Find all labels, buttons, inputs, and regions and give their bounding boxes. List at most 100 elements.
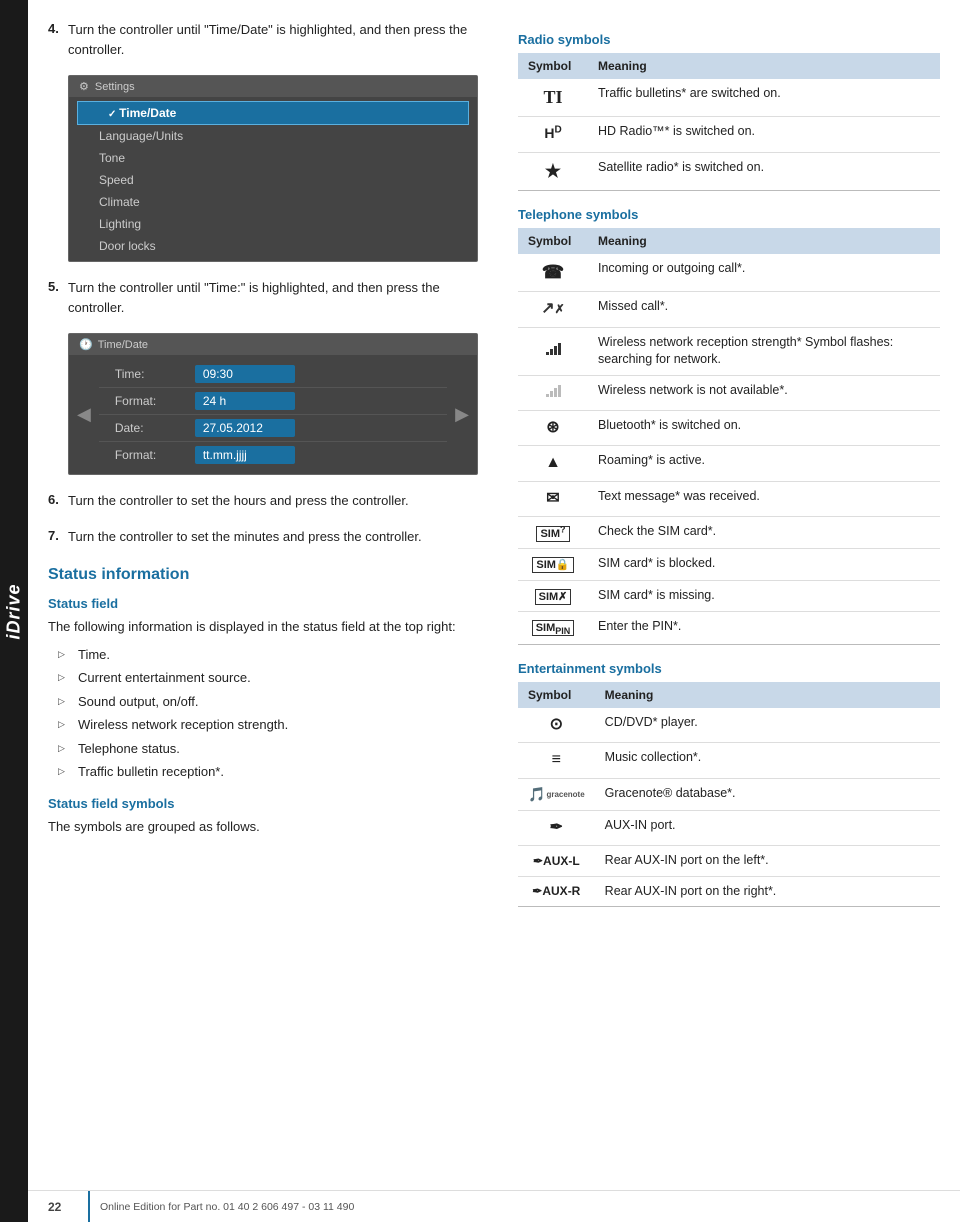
radio-table: Symbol Meaning TI Traffic bulletins* are… <box>518 53 940 191</box>
settings-menu: Time/Date Language/Units Tone Speed Clim… <box>69 97 477 261</box>
entertainment-table: Symbol Meaning ⊙ CD/DVD* player. ≡ Music… <box>518 682 940 908</box>
date-label: Date: <box>115 421 195 435</box>
tel-symbol-simmissing: SIM✗ <box>518 580 588 611</box>
radio-col-symbol: Symbol <box>518 53 588 79</box>
signal-bars-icon <box>546 341 561 355</box>
left-column: 4. Turn the controller until "Time/Date"… <box>28 20 508 943</box>
tel-symbol-nosignal <box>518 375 588 410</box>
ent-symbol-aux-l: ✒AUX-L <box>518 846 595 877</box>
status-section-heading: Status information <box>48 566 488 584</box>
status-field-text: The following information is displayed i… <box>48 617 488 637</box>
tel-symbol-checksim: SIM? <box>518 517 588 549</box>
tel-meaning-sms: Text message* was received. <box>588 481 940 516</box>
table-row: 🎵 gracenote Gracenote® database*. <box>518 778 940 811</box>
form-row-format1: Format: 24 h <box>99 388 447 415</box>
tel-meaning-nosignal: Wireless network is not available*. <box>588 375 940 410</box>
radio-meaning-hd: HD Radio™* is switched on. <box>588 117 940 152</box>
form-with-nav: ◀ Time: 09:30 Format: 24 h Date: 27.05.2… <box>69 355 477 474</box>
step-6-num: 6. <box>48 491 68 511</box>
tel-meaning-call: Incoming or outgoing call*. <box>588 254 940 292</box>
table-row: SIMPIN Enter the PIN*. <box>518 611 940 644</box>
bullet-wireless: Wireless network reception strength. <box>58 713 488 737</box>
timedate-screenshot: 🕐 Time/Date ◀ Time: 09:30 Format: 24 h D… <box>68 333 478 475</box>
menu-item-tone: Tone <box>69 147 477 169</box>
table-row: SIM✗ SIM card* is missing. <box>518 580 940 611</box>
tel-symbol-pin: SIMPIN <box>518 611 588 644</box>
menu-item-timedate: Time/Date <box>77 101 469 125</box>
step-5-num: 5. <box>48 278 68 317</box>
settings-titlebar: ⚙ Settings <box>69 76 477 97</box>
form-row-format2: Format: tt.mm.jjjj <box>99 442 447 468</box>
table-row: ✒AUX-L Rear AUX-IN port on the left*. <box>518 846 940 877</box>
table-row: ☎ Incoming or outgoing call*. <box>518 254 940 292</box>
step-6: 6. Turn the controller to set the hours … <box>48 491 488 511</box>
table-row: TI Traffic bulletins* are switched on. <box>518 79 940 117</box>
ent-symbol-aux: ✒ <box>518 811 595 846</box>
format1-label: Format: <box>115 394 195 408</box>
tel-symbol-simlocked: SIM🔒 <box>518 549 588 580</box>
step-4-num: 4. <box>48 20 68 59</box>
radio-symbol-ti: TI <box>518 79 588 117</box>
right-column: Radio symbols Symbol Meaning TI Traffic … <box>508 20 960 943</box>
format1-value: 24 h <box>195 392 295 410</box>
telephone-table: Symbol Meaning ☎ Incoming or outgoing ca… <box>518 228 940 645</box>
settings-screenshot: ⚙ Settings Time/Date Language/Units Tone… <box>68 75 478 262</box>
table-row: ▲ Roaming* is active. <box>518 446 940 481</box>
menu-item-speed: Speed <box>69 169 477 191</box>
ent-symbol-dvd: ⊙ <box>518 708 595 743</box>
form-fields: Time: 09:30 Format: 24 h Date: 27.05.201… <box>99 361 447 468</box>
date-value: 27.05.2012 <box>195 419 295 437</box>
table-row: Wireless network is not available*. <box>518 375 940 410</box>
time-label: Time: <box>115 367 195 381</box>
bullet-telephone: Telephone status. <box>58 737 488 761</box>
step-4-text: Turn the controller until "Time/Date" is… <box>68 20 488 59</box>
footer-page-num: 22 <box>48 1200 78 1214</box>
status-section: Status information Status field The foll… <box>48 566 488 836</box>
ent-meaning-aux: AUX-IN port. <box>595 811 940 846</box>
main-content: 4. Turn the controller until "Time/Date"… <box>28 0 960 943</box>
tel-meaning-simlocked: SIM card* is blocked. <box>588 549 940 580</box>
bullet-traffic: Traffic bulletin reception*. <box>58 760 488 784</box>
step-7-text: Turn the controller to set the minutes a… <box>68 527 488 547</box>
bullet-time: Time. <box>58 643 488 667</box>
ent-symbol-music: ≡ <box>518 743 595 778</box>
tel-symbol-call: ☎ <box>518 254 588 292</box>
step-7-num: 7. <box>48 527 68 547</box>
radio-meaning-ti: Traffic bulletins* are switched on. <box>588 79 940 117</box>
status-field-bullets: Time. Current entertainment source. Soun… <box>58 643 488 784</box>
ent-meaning-gracenote: Gracenote® database*. <box>595 778 940 811</box>
nav-right-icon: ▶ <box>447 404 477 425</box>
ent-col-symbol: Symbol <box>518 682 595 708</box>
table-row: ★ Satellite radio* is switched on. <box>518 152 940 190</box>
ent-meaning-aux-l: Rear AUX-IN port on the left*. <box>595 846 940 877</box>
tel-meaning-pin: Enter the PIN*. <box>588 611 940 644</box>
tel-symbol-bt: ⊛ <box>518 410 588 445</box>
table-row: SIM🔒 SIM card* is blocked. <box>518 549 940 580</box>
ent-meaning-music: Music collection*. <box>595 743 940 778</box>
ent-symbol-gracenote: 🎵 gracenote <box>518 778 595 811</box>
tel-meaning-signal: Wireless network reception strength* Sym… <box>588 327 940 375</box>
menu-item-lighting: Lighting <box>69 213 477 235</box>
side-tab-label: iDrive <box>4 583 25 639</box>
bullet-sound: Sound output, on/off. <box>58 690 488 714</box>
format2-value: tt.mm.jjjj <box>195 446 295 464</box>
tel-meaning-checksim: Check the SIM card*. <box>588 517 940 549</box>
settings-title: Settings <box>95 81 135 93</box>
footer: 22 Online Edition for Part no. 01 40 2 6… <box>28 1190 960 1222</box>
tel-meaning-bt: Bluetooth* is switched on. <box>588 410 940 445</box>
menu-item-climate: Climate <box>69 191 477 213</box>
table-row: SIM? Check the SIM card*. <box>518 517 940 549</box>
status-field-symbols-text: The symbols are grouped as follows. <box>48 817 488 837</box>
status-field-symbols-heading: Status field symbols <box>48 796 488 811</box>
tel-symbol-missed: ↗✗ <box>518 292 588 327</box>
step-6-text: Turn the controller to set the hours and… <box>68 491 488 511</box>
radio-meaning-sat: Satellite radio* is switched on. <box>588 152 940 190</box>
footer-divider <box>88 1191 90 1222</box>
table-row: ⊛ Bluetooth* is switched on. <box>518 410 940 445</box>
ent-meaning-aux-r: Rear AUX-IN port on the right*. <box>595 876 940 907</box>
form-row-date: Date: 27.05.2012 <box>99 415 447 442</box>
timedate-title: Time/Date <box>98 339 148 351</box>
menu-item-doorlocks: Door locks <box>69 235 477 257</box>
radio-symbol-hd: HD <box>518 117 588 152</box>
table-row: ⊙ CD/DVD* player. <box>518 708 940 743</box>
